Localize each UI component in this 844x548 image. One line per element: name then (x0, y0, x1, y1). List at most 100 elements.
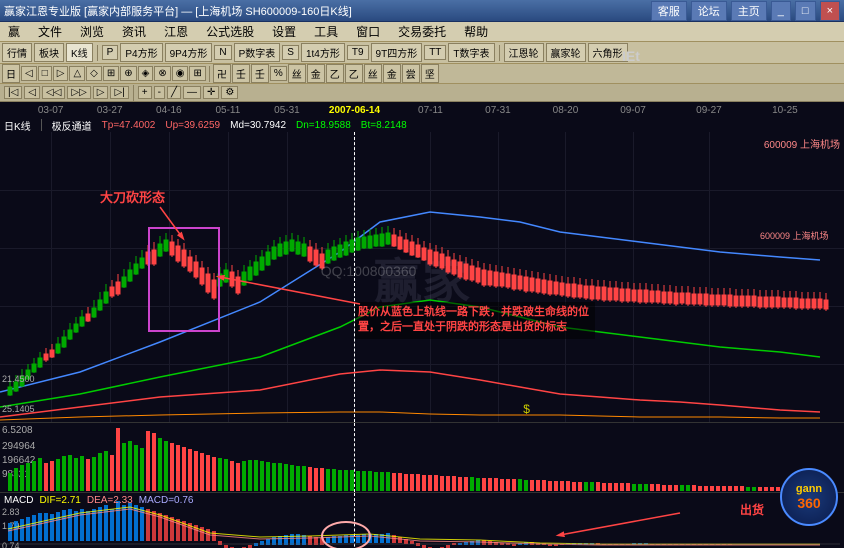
vol-chart (0, 423, 844, 492)
menu-browse[interactable]: 浏览 (76, 23, 108, 40)
dea-val: DEA=2.33 (87, 495, 133, 506)
period-0820: 08-20 (553, 105, 579, 116)
date-nav-first[interactable]: |◁ (4, 86, 22, 99)
tb2-nav3[interactable]: ▷ (53, 66, 69, 81)
menu-gann[interactable]: 江恩 (160, 23, 192, 40)
menu-trade[interactable]: 交易委托 (394, 23, 450, 40)
period-bar: 03-07 03-27 04-16 05-11 05-31 2007-06-14… (0, 102, 844, 118)
menu-help[interactable]: 帮助 (460, 23, 492, 40)
draw-line[interactable]: ╱ (167, 86, 181, 99)
tb-pnum[interactable]: P数字表 (234, 43, 281, 62)
macd-info: MACD DIF=2.71 DEA=2.33 MACD=0.76 (4, 495, 194, 506)
tb2-draw5[interactable]: ◈ (138, 66, 154, 81)
tb-n[interactable]: N (214, 45, 231, 60)
draw-cross[interactable]: ✛ (203, 86, 219, 99)
tb-hex[interactable]: 六角形 (588, 43, 628, 62)
tb2-draw6[interactable]: ⊗ (154, 66, 170, 81)
tb2-gann9[interactable]: 金 (383, 64, 401, 83)
tb2-gann1[interactable]: 卍 (213, 64, 231, 83)
date-nav-fwd[interactable]: ▷▷ (67, 86, 90, 99)
tb2-draw7[interactable]: ◉ (172, 66, 189, 81)
period-0307: 03-07 (38, 105, 64, 116)
menu-tools[interactable]: 工具 (310, 23, 342, 40)
period-0511: 05-11 (215, 105, 240, 116)
close-btn[interactable]: × (820, 1, 840, 21)
tb-quote[interactable]: 行情 (2, 43, 32, 62)
tb2-draw3[interactable]: ⊞ (103, 66, 119, 81)
menu-formula[interactable]: 公式选股 (202, 23, 258, 40)
toolbar1: 行情 板块 K线 P P4方形 9P4方形 N P数字表 S 1t4方形 T9 … (0, 42, 844, 64)
date-nav-last[interactable]: ▷| (110, 86, 128, 99)
tb-1t4[interactable]: 1t4方形 (301, 43, 345, 62)
date-nav-next[interactable]: ▷ (93, 86, 109, 99)
tb2-nav2[interactable]: □ (38, 66, 52, 81)
minimize-btn[interactable]: _ (771, 1, 791, 21)
date-nav-back[interactable]: ◁◁ (42, 86, 65, 99)
period-current: 2007-06-14 (329, 105, 380, 116)
tb-p[interactable]: P (102, 45, 119, 60)
maximize-btn[interactable]: □ (795, 1, 816, 21)
sep1 (97, 45, 98, 61)
menu-win[interactable]: 赢 (4, 23, 24, 40)
tb-gannwheel[interactable]: 江恩轮 (504, 43, 544, 62)
app: 赢家江恩专业版 [赢家内部服务平台] — [上海机场 SH600009-160日… (0, 0, 844, 548)
tb2-gann8[interactable]: 丝 (364, 64, 382, 83)
tb2-draw2[interactable]: ◇ (86, 66, 102, 81)
tb2-draw1[interactable]: △ (69, 66, 85, 81)
tb2-gann5[interactable]: 金 (307, 64, 325, 83)
customer-service-btn[interactable]: 客服 (651, 1, 687, 21)
tb2-gann3[interactable]: 壬 (251, 64, 269, 83)
zoom-out[interactable]: - (154, 86, 165, 99)
tb-9t[interactable]: 9T四方形 (371, 43, 423, 62)
macd-283: 2.83 (2, 507, 20, 517)
titlebar-buttons[interactable]: 客服 论坛 主页 _ □ × (651, 1, 840, 21)
home-btn[interactable]: 主页 (731, 1, 767, 21)
draw-hline[interactable]: — (183, 86, 201, 99)
out-label: 出货 (740, 501, 764, 518)
period-0927: 09-27 (696, 105, 722, 116)
menu-settings[interactable]: 设置 (268, 23, 300, 40)
menubar: 赢 文件 浏览 资讯 江恩 公式选股 设置 工具 窗口 交易委托 帮助 (0, 22, 844, 42)
sep3 (209, 66, 210, 82)
tb2-gatn11[interactable]: 坚 (421, 64, 439, 83)
tb-9p4[interactable]: 9P4方形 (165, 43, 213, 62)
tb2-gann2[interactable]: 壬 (232, 64, 250, 83)
tb2-draw8[interactable]: ⊞ (189, 66, 205, 81)
menu-info[interactable]: 资讯 (118, 23, 150, 40)
tb-tt[interactable]: TT (424, 45, 446, 60)
macd-area: MACD DIF=2.71 DEA=2.33 MACD=0.76 2.83 1.… (0, 492, 844, 548)
title-text: 赢家江恩专业版 [赢家内部服务平台] — [上海机场 SH600009-160日… (4, 3, 352, 19)
settings-btn[interactable]: ⚙ (221, 86, 238, 99)
tb2-percent[interactable]: % (270, 66, 287, 81)
tb-tnum[interactable]: T数字表 (448, 43, 494, 62)
tb2-gann6[interactable]: 乙 (326, 64, 344, 83)
tb2-gann4[interactable]: 丝 (288, 64, 306, 83)
gann-text1: gann (796, 483, 822, 495)
vol-6: 6.5208 (2, 425, 33, 436)
datebar: |◁ ◁ ◁◁ ▷▷ ▷ ▷| + - ╱ — ✛ ⚙ (0, 84, 844, 102)
tb2-day[interactable]: 日 (2, 64, 20, 83)
tb-s[interactable]: S (282, 45, 299, 60)
tb-winwheel[interactable]: 赢家轮 (546, 43, 586, 62)
tb2-gatten[interactable]: 尝 (402, 64, 420, 83)
menu-file[interactable]: 文件 (34, 23, 66, 40)
period-0711: 07-11 (418, 105, 443, 116)
candle-chart: .red-candle { fill: #ff4444; stroke: #ff… (0, 132, 844, 422)
tb2-gann7[interactable]: 乙 (345, 64, 363, 83)
zoom-in[interactable]: + (138, 86, 152, 99)
tb2-draw4[interactable]: ⊕ (120, 66, 136, 81)
forum-btn[interactable]: 论坛 (691, 1, 727, 21)
period-0731: 07-31 (485, 105, 511, 116)
dif-val: DIF=2.71 (39, 495, 80, 506)
tb-kline[interactable]: K线 (66, 43, 93, 62)
gann-circle: gann 360 (780, 468, 838, 526)
date-nav-prev[interactable]: ◁ (24, 86, 40, 99)
period-1025: 10-25 (772, 105, 798, 116)
tb-sector[interactable]: 板块 (34, 43, 64, 62)
main-chart[interactable]: 赢家 (0, 132, 844, 422)
tb-p4[interactable]: P4方形 (120, 43, 162, 62)
tb2-nav1[interactable]: ◁ (21, 66, 37, 81)
dollar-symbol: $ (523, 402, 530, 416)
menu-window[interactable]: 窗口 (352, 23, 384, 40)
tb-t9[interactable]: T9 (347, 45, 369, 60)
